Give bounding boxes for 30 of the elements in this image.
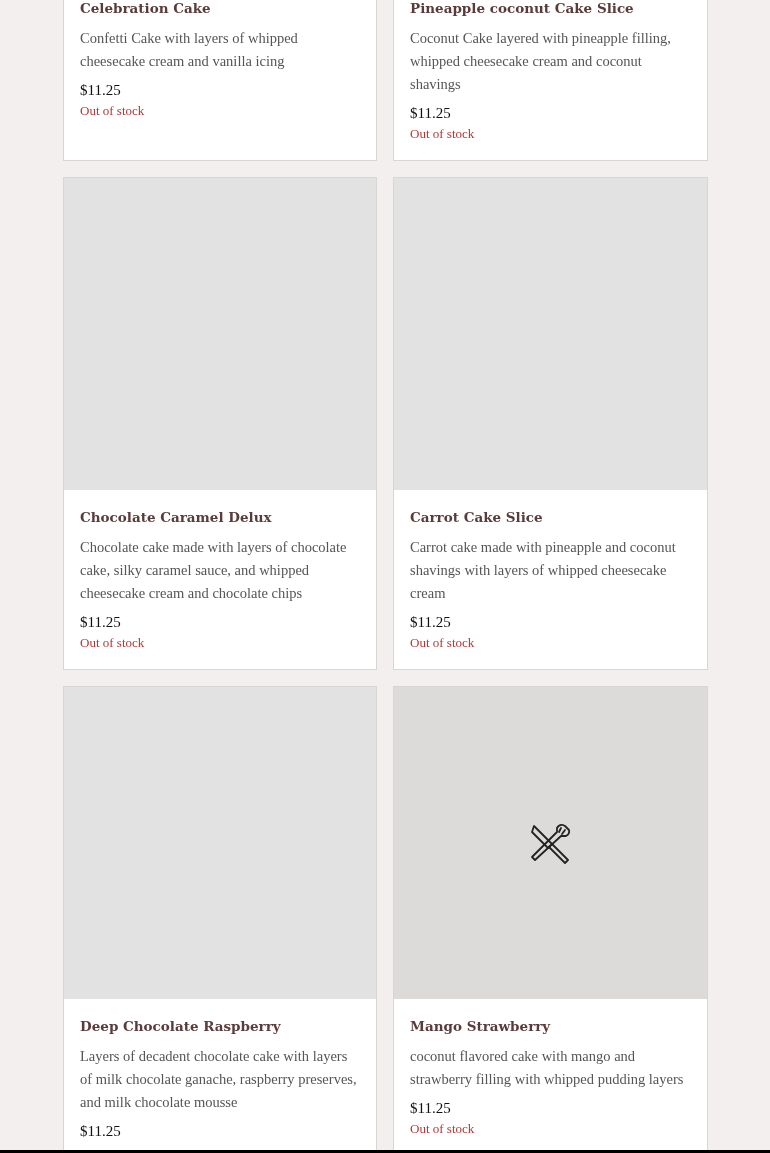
product-description: Confetti Cake with layers of whipped cheesecake cream and vanilla icing (80, 29, 299, 71)
product-card[interactable]: Pineapple coconut Cake Slice Coconut Cake layered with pineapple filling, whipped cheesecake cream and coconut shavings $11.25 Out of stock (393, 0, 708, 161)
product-description: Chocolate cake made with layers of chocolate cake, silky caramel sauce, and whipped cheesecake cream and chocolate chips (80, 538, 348, 603)
product-card[interactable]: Carrot Cake Slice Carrot cake made with pineapple and coconut shavings with layers of whipped cheesecake cream $11.25 Out of stock (393, 177, 708, 670)
product-description: Coconut Cake layered with pineapple filling, whipped cheesecake cream and coconut shavings (410, 29, 672, 94)
product-title[interactable]: Deep Chocolate Raspberry (80, 1016, 360, 1036)
fork-and-knife-icon (529, 822, 572, 864)
product-price: $11.25 (80, 613, 122, 632)
stock-status: Out of stock (410, 1120, 476, 1138)
product-title[interactable]: Celebration Cake (80, 0, 360, 18)
product-card[interactable]: Mango Strawberry coconut flavored cake with mango and strawberry filling with whipped pudding layers $11.25 Out of stock (393, 686, 708, 1150)
product-card[interactable]: Chocolate Caramel Delux Chocolate cake made with layers of chocolate cake, silky caramel sauce, and whipped cheesecake cream and chocolate chips $11.25 Out of stock (63, 177, 377, 670)
product-price: $11.25 (410, 613, 452, 632)
stock-status: Out of stock (410, 634, 476, 652)
product-title[interactable]: Pineapple coconut Cake Slice (410, 0, 691, 18)
product-title[interactable]: Mango Strawberry (410, 1016, 691, 1036)
stock-status: Out of stock (80, 634, 146, 652)
stock-status: Out of stock (80, 102, 146, 120)
product-description: Carrot cake made with pineapple and coconut shavings with layers of whipped cheesecake cream (410, 538, 677, 603)
product-price: $11.25 (80, 1122, 122, 1141)
product-card[interactable]: Deep Chocolate Raspberry Layers of decadent chocolate cake with layers of milk chocolate ganache, raspberry preserves, and milk chocolate mousse $11.25 (63, 686, 377, 1150)
stock-status: Out of stock (410, 125, 476, 143)
product-description: Layers of decadent chocolate cake with layers of milk chocolate ganache, raspberry preserves, and milk chocolate mousse (80, 1047, 358, 1112)
product-title[interactable]: Chocolate Caramel Delux (80, 507, 360, 527)
product-title[interactable]: Carrot Cake Slice (410, 507, 691, 527)
product-price: $11.25 (80, 81, 122, 100)
product-card[interactable]: Celebration Cake Confetti Cake with layers of whipped cheesecake cream and vanilla icing $11.25 Out of stock (63, 0, 377, 161)
product-price: $11.25 (410, 1099, 452, 1118)
product-price: $11.25 (410, 104, 452, 123)
product-description: coconut flavored cake with mango and strawberry filling with whipped pudding layers (410, 1047, 685, 1089)
